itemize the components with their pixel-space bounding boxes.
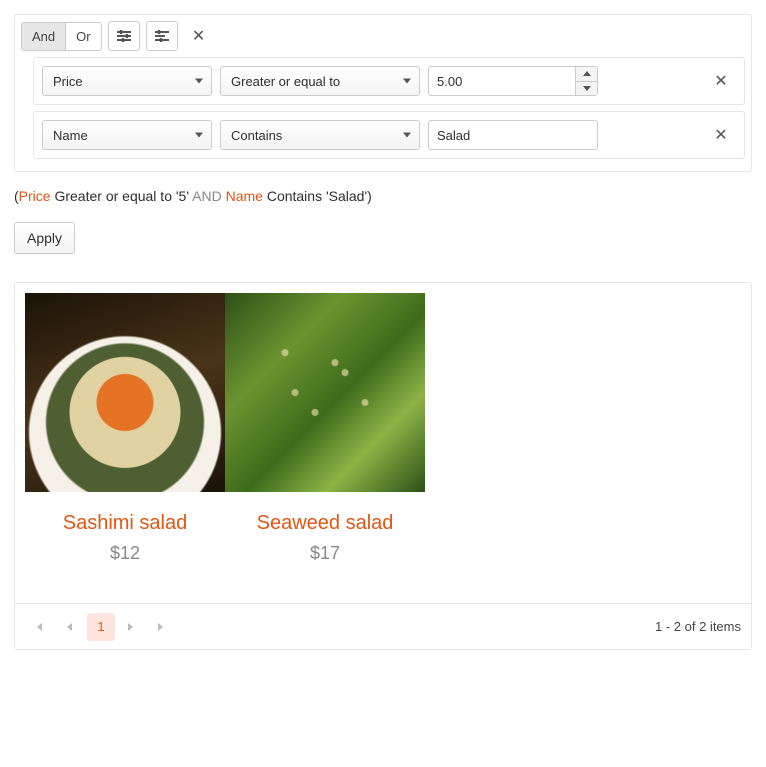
value-text-input[interactable]	[428, 120, 598, 150]
operator-dropdown[interactable]: Contains	[220, 120, 420, 150]
close-icon: ✕	[714, 71, 727, 91]
filter-builder: And Or ✕ Price Greater or equal to	[14, 14, 752, 172]
expr-logic: AND	[192, 188, 222, 204]
pager-prev-button[interactable]	[55, 613, 83, 641]
value-number-wrap	[428, 66, 598, 96]
filter-rule-row: Price Greater or equal to ✕	[33, 57, 745, 105]
chevron-down-icon	[403, 133, 411, 138]
expr-field: Price	[19, 188, 51, 204]
remove-rule-button[interactable]: ✕	[706, 66, 736, 96]
value-number-input[interactable]	[428, 66, 598, 96]
spinner-up-button[interactable]	[575, 67, 597, 81]
field-dropdown-label: Price	[53, 74, 83, 89]
chevron-right-icon	[126, 621, 136, 633]
spinner-down-button[interactable]	[575, 81, 597, 96]
pager-current-page[interactable]: 1	[87, 613, 115, 641]
result-price: $17	[225, 543, 425, 564]
result-price: $12	[25, 543, 225, 564]
results-listview: Sashimi salad $12 Seaweed salad $17 1 1 …	[14, 282, 752, 650]
filter-rule-row: Name Contains ✕	[33, 111, 745, 159]
chevron-left-icon	[64, 621, 74, 633]
result-title: Seaweed salad	[225, 512, 425, 535]
pager: 1 1 - 2 of 2 items	[15, 603, 751, 649]
number-spinner	[575, 67, 597, 95]
result-card[interactable]: Seaweed salad $17	[225, 293, 425, 574]
result-thumbnail	[25, 293, 225, 492]
chevron-down-icon	[403, 79, 411, 84]
pager-next-button[interactable]	[117, 613, 145, 641]
field-dropdown[interactable]: Name	[42, 120, 212, 150]
caret-up-icon	[583, 71, 591, 76]
field-dropdown[interactable]: Price	[42, 66, 212, 96]
results-scroll-area[interactable]: Sashimi salad $12 Seaweed salad $17	[15, 283, 751, 603]
first-page-icon	[33, 621, 45, 633]
filter-toolbar: And Or ✕	[21, 21, 745, 51]
close-icon: ✕	[192, 26, 205, 46]
logic-or-button[interactable]: Or	[65, 23, 100, 50]
operator-dropdown[interactable]: Greater or equal to	[220, 66, 420, 96]
apply-button[interactable]: Apply	[14, 222, 75, 254]
last-page-icon	[155, 621, 167, 633]
field-dropdown-label: Name	[53, 128, 88, 143]
logic-and-button[interactable]: And	[22, 23, 65, 50]
logic-toggle: And Or	[21, 22, 102, 51]
result-card[interactable]: Sashimi salad $12	[25, 293, 225, 574]
pager-last-button[interactable]	[147, 613, 175, 641]
pager-first-button[interactable]	[25, 613, 53, 641]
pager-info: 1 - 2 of 2 items	[655, 619, 741, 634]
add-group-button[interactable]	[146, 21, 178, 51]
clear-filter-button[interactable]: ✕	[184, 21, 214, 51]
remove-rule-button[interactable]: ✕	[706, 120, 736, 150]
chevron-down-icon	[195, 79, 203, 84]
chevron-down-icon	[195, 133, 203, 138]
caret-down-icon	[583, 86, 591, 91]
sliders-nested-icon	[155, 30, 169, 42]
result-thumbnail	[225, 293, 425, 492]
operator-dropdown-label: Contains	[231, 128, 282, 143]
add-expression-button[interactable]	[108, 21, 140, 51]
sliders-icon	[117, 30, 131, 42]
close-icon: ✕	[714, 125, 727, 145]
expr-field: Name	[226, 188, 263, 204]
result-title: Sashimi salad	[25, 512, 225, 535]
operator-dropdown-label: Greater or equal to	[231, 74, 340, 89]
filter-expression-preview: (Price Greater or equal to '5' AND Name …	[14, 188, 752, 204]
